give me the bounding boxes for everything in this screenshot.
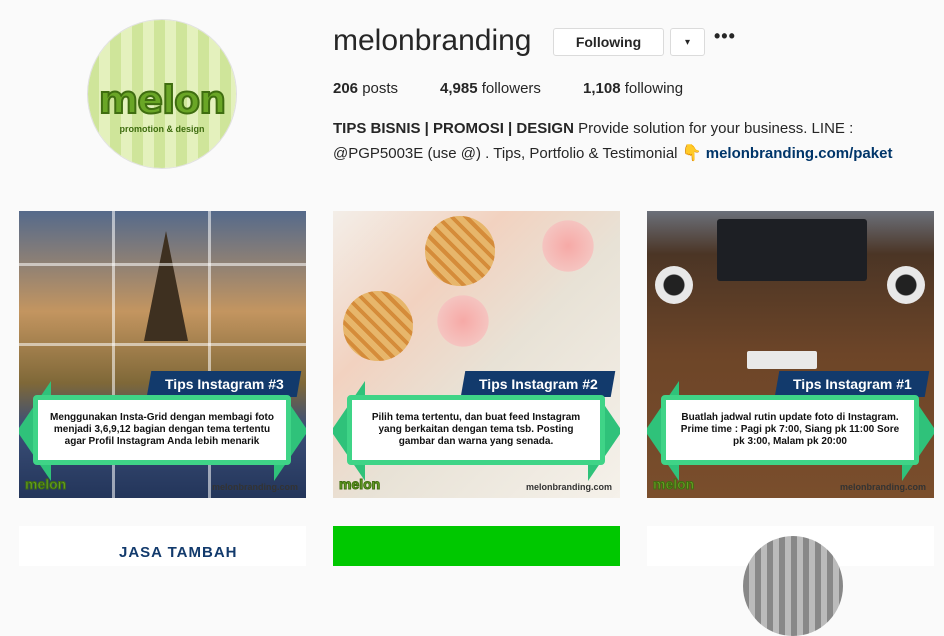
post-thumbnail[interactable]: JASA TAMBAH <box>19 526 306 566</box>
keyboard-image <box>747 351 817 369</box>
followers-count[interactable]: 4,985 followers <box>440 80 541 97</box>
speaker-image <box>655 266 693 304</box>
post-url: melonbranding.com <box>525 482 612 492</box>
following-button[interactable]: Following <box>553 28 664 56</box>
more-options-icon[interactable]: ••• <box>714 26 736 47</box>
melon-logo: melon <box>98 77 228 123</box>
melon-logo: melon <box>338 476 381 493</box>
post-thumbnail[interactable] <box>333 526 620 566</box>
chevron-down-icon[interactable]: ▾ <box>670 28 705 56</box>
profile-avatar[interactable]: melon promotion & design <box>88 20 236 168</box>
monitor-image <box>717 219 867 281</box>
bio-text-2: @PGP5003E (use @) . Tips, Portfolio & Te… <box>333 145 682 162</box>
pie-image <box>425 216 495 286</box>
post-title: Tips Instagram #1 <box>774 371 930 397</box>
melon-logo: melon <box>652 476 695 493</box>
post-thumbnail[interactable]: Tips Instagram #1 Buatlah jadwal rutin u… <box>647 211 934 498</box>
post-thumbnail[interactable] <box>647 526 934 636</box>
bio-line-2: @PGP5003E (use @) . Tips, Portfolio & Te… <box>333 143 892 163</box>
pointing-hand-icon: 👇 <box>681 145 702 162</box>
post-title: Tips Instagram #2 <box>460 371 616 397</box>
speaker-image <box>887 266 925 304</box>
flower-image <box>433 291 493 351</box>
post-url: melonbranding.com <box>839 482 926 492</box>
bio-bold: TIPS BISNIS | PROMOSI | DESIGN <box>333 120 574 137</box>
bio-line-1: TIPS BISNIS | PROMOSI | DESIGN Provide s… <box>333 120 853 137</box>
logo-tagline: promotion & design <box>119 124 205 134</box>
round-image <box>743 536 843 636</box>
profile-username: melonbranding <box>333 24 532 57</box>
post-text: Menggunakan Insta-Grid dengan membagi fo… <box>33 395 291 465</box>
bio-text: Provide solution for your business. LINE… <box>573 120 854 137</box>
post-url: melonbranding.com <box>211 482 298 492</box>
pie-image <box>343 291 413 361</box>
post-thumbnail[interactable]: Tips Instagram #3 Menggunakan Insta-Grid… <box>19 211 306 498</box>
post-title: Tips Instagram #3 <box>146 371 302 397</box>
following-count[interactable]: 1,108 following <box>583 80 683 97</box>
post-thumbnail[interactable]: Tips Instagram #2 Pilih tema tertentu, d… <box>333 211 620 498</box>
flower-image <box>538 216 598 276</box>
post-text: Buatlah jadwal rutin update foto di Inst… <box>661 395 919 465</box>
melon-logo: melon <box>24 476 67 493</box>
post-text: Pilih tema tertentu, dan buat feed Insta… <box>347 395 605 465</box>
posts-count: 206 posts <box>333 80 399 97</box>
bio-link[interactable]: melonbranding.com/paket <box>706 145 893 162</box>
post-title: JASA TAMBAH <box>119 544 238 561</box>
